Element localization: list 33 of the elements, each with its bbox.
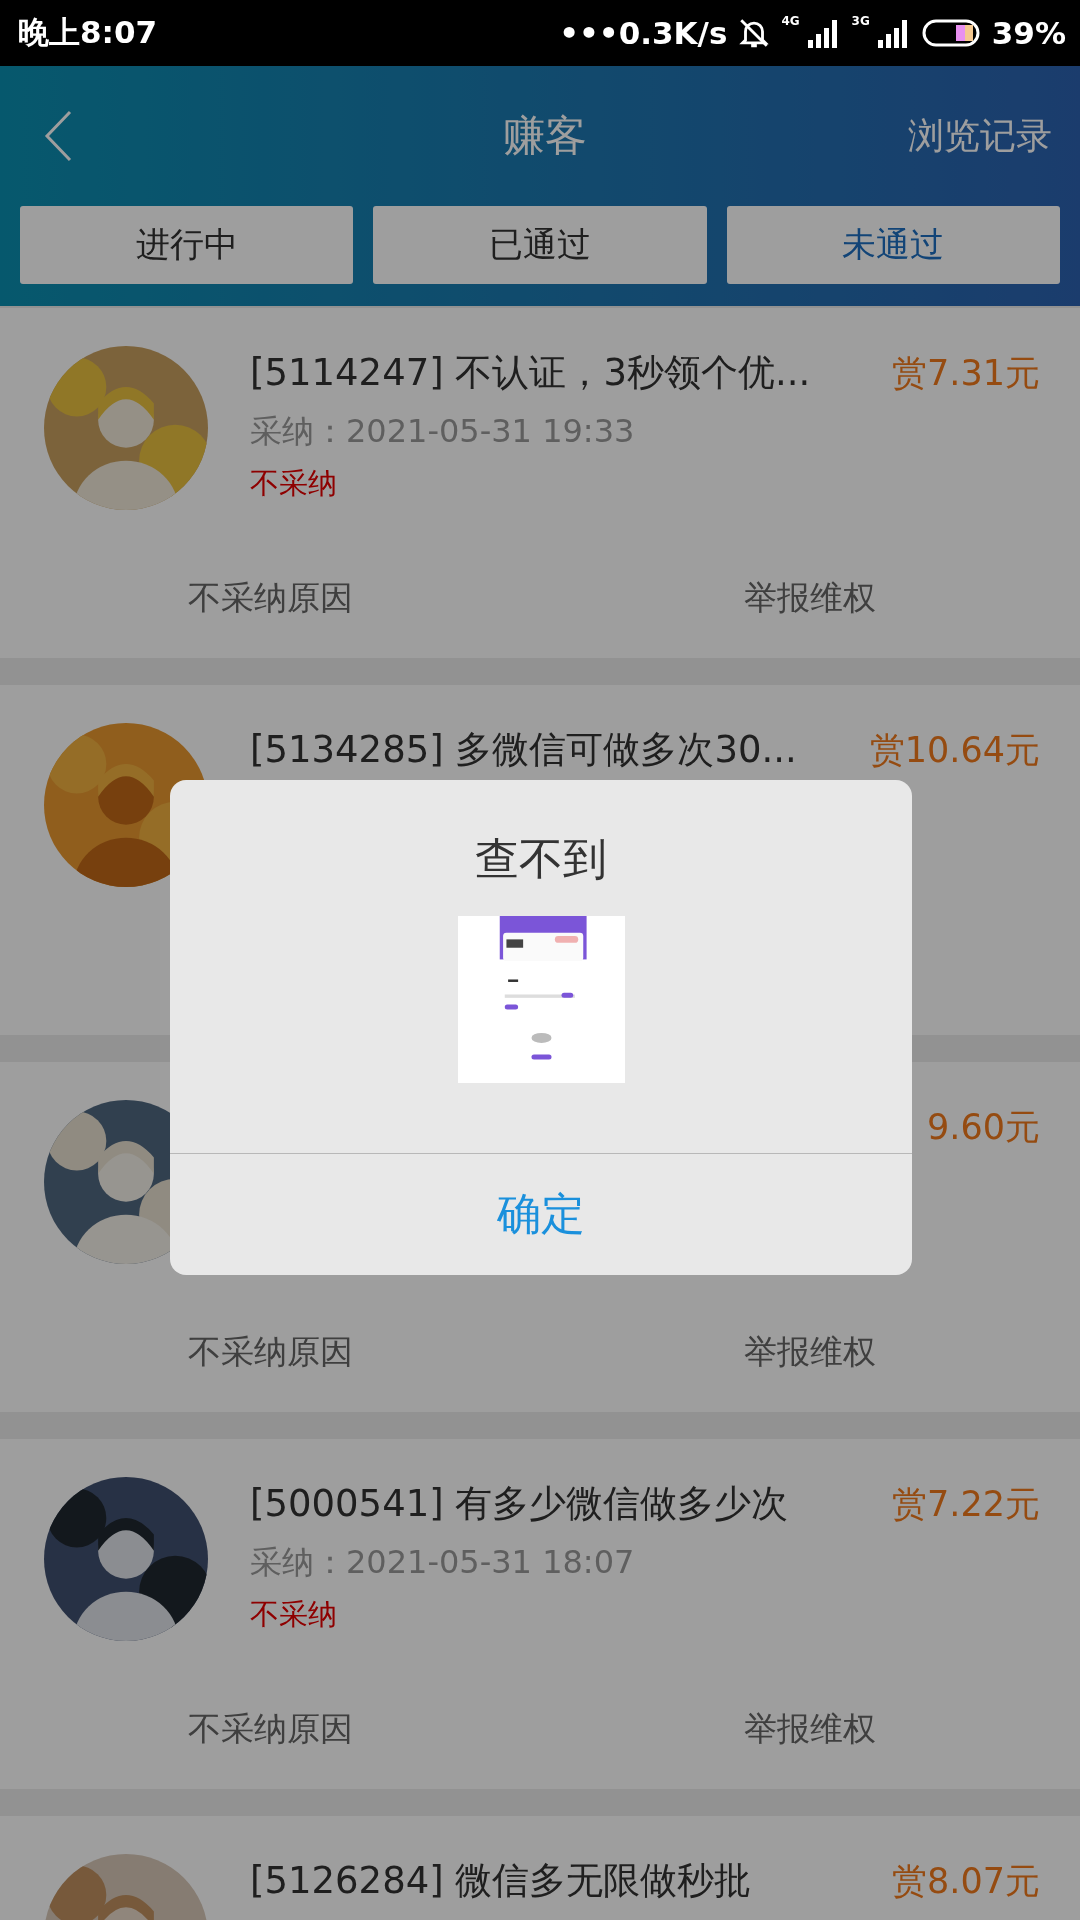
action-link[interactable]: 举报维权 [540, 1329, 1080, 1375]
confirm-button[interactable]: 确定 [170, 1153, 912, 1275]
battery-icon [921, 18, 982, 48]
battery-level: 39% [991, 15, 1066, 51]
network-label: 4G [781, 14, 800, 28]
filter-tab[interactable]: 已通过 [373, 206, 707, 284]
task-title[interactable]: [5114247] 不认证，3秒领个优... [250, 348, 873, 398]
action-link[interactable]: 举报维权 [540, 575, 1080, 621]
task-title[interactable]: [5126284] 微信多无限做秒批 [250, 1856, 873, 1906]
action-link[interactable]: 不采纳原因 [0, 1329, 540, 1375]
back-icon[interactable] [44, 110, 72, 162]
reward-amount: 赏8.07元 [892, 1859, 1040, 1903]
reward-amount: 赏10.64元 [869, 728, 1040, 772]
status-time: 晚上8:07 [18, 13, 158, 52]
task-title[interactable]: [5134285] 多微信可做多次30... [250, 725, 850, 775]
action-link[interactable]: 举报维权 [540, 1706, 1080, 1752]
action-link[interactable]: 不采纳原因 [0, 1706, 540, 1752]
reward-amount: 赏7.22元 [892, 1482, 1040, 1526]
page-title: 赚客 [502, 110, 588, 162]
history-link[interactable]: 浏览记录 [908, 111, 1052, 161]
network-label: 3G [851, 14, 870, 28]
reward-amount: 9.60元 [927, 1105, 1040, 1149]
action-link[interactable]: 不采纳原因 [0, 575, 540, 621]
dialog-title: 查不到 [475, 832, 607, 886]
status-label: 不采纳 [250, 1596, 338, 1633]
adopt-date: 采纳：2021-05-31 18:07 [250, 1542, 636, 1583]
status-label: 不采纳 [250, 465, 338, 502]
reward-amount: 赏7.31元 [892, 351, 1040, 395]
network-speed: •••0.3K/s [559, 15, 728, 51]
task-title[interactable]: [5000541] 有多少微信做多少次 [250, 1479, 873, 1529]
adopt-date: 采纳：2021-05-31 19:33 [250, 411, 636, 452]
filter-tab[interactable]: 未通过 [726, 206, 1060, 284]
filter-tab[interactable]: 进行中 [20, 206, 354, 284]
